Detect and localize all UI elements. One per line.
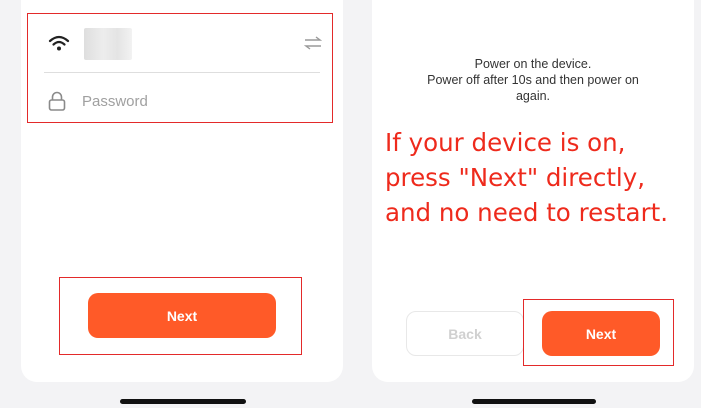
home-indicator [472, 399, 596, 404]
highlight-frame-next-left [59, 277, 302, 355]
highlight-frame-wifi-form [27, 13, 333, 123]
annotation-line: press "Next" directly, [385, 163, 646, 192]
home-indicator [120, 399, 246, 404]
annotation-text: If your device is on, press "Next" direc… [385, 125, 701, 230]
instruction-line: Power off after 10s and then power on [427, 73, 639, 87]
instruction-line: Power on the device. [474, 57, 592, 71]
back-button[interactable]: Back [406, 311, 524, 356]
highlight-frame-next-right [523, 299, 674, 366]
annotation-line: and no need to restart. [385, 198, 669, 227]
power-instructions: Power on the device. Power off after 10s… [392, 56, 674, 104]
instruction-line: again. [515, 89, 551, 103]
annotation-line: If your device is on, [385, 128, 626, 157]
